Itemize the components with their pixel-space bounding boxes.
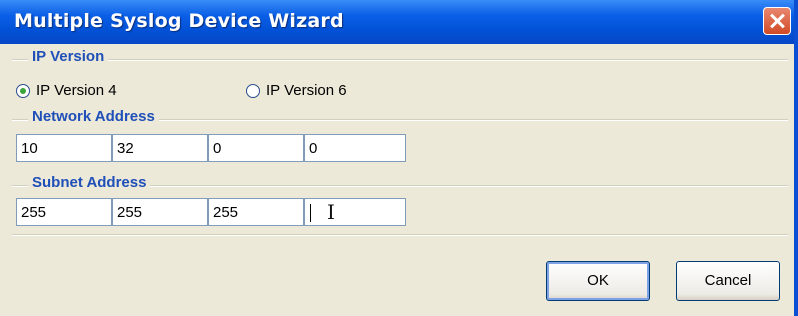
wizard-dialog: Multiple Syslog Device Wizard IP Version… — [0, 0, 798, 316]
subnet-octet-4-input[interactable]: I — [304, 198, 406, 226]
subnet-octet-3-input[interactable]: 255 — [208, 198, 304, 226]
dialog-body: IP Version IP Version 4 IP Version 6 Net… — [2, 44, 794, 316]
radio-label-ipv4: IP Version 4 — [36, 82, 117, 99]
network-octet-2-input[interactable]: 32 — [112, 134, 208, 162]
i-beam-cursor-icon: I — [327, 200, 335, 224]
subnet-address-label: Subnet Address — [28, 174, 151, 191]
network-address-label: Network Address — [28, 108, 159, 125]
subnet-octet-1-input[interactable]: 255 — [16, 198, 112, 226]
radio-ip-version-6[interactable]: IP Version 6 — [246, 82, 347, 99]
button-area-divider — [12, 234, 788, 236]
radio-button-unchecked[interactable] — [246, 83, 260, 98]
radio-button-checked[interactable] — [16, 83, 30, 98]
network-octet-3-input[interactable]: 0 — [208, 134, 304, 162]
cancel-button[interactable]: Cancel — [676, 261, 780, 301]
ok-button[interactable]: OK — [546, 261, 650, 301]
radio-ip-version-4[interactable]: IP Version 4 — [16, 82, 117, 99]
subnet-octet-2-input[interactable]: 255 — [112, 198, 208, 226]
ip-version-divider — [12, 59, 788, 61]
network-octet-1-input[interactable]: 10 — [16, 134, 112, 162]
window-title: Multiple Syslog Device Wizard — [14, 10, 344, 32]
radio-label-ipv6: IP Version 6 — [266, 82, 347, 99]
title-bar[interactable]: Multiple Syslog Device Wizard — [0, 0, 794, 44]
text-caret — [310, 204, 311, 222]
ip-version-label: IP Version — [28, 48, 109, 65]
close-button[interactable] — [763, 7, 791, 35]
network-octet-4-input[interactable]: 0 — [304, 134, 406, 162]
